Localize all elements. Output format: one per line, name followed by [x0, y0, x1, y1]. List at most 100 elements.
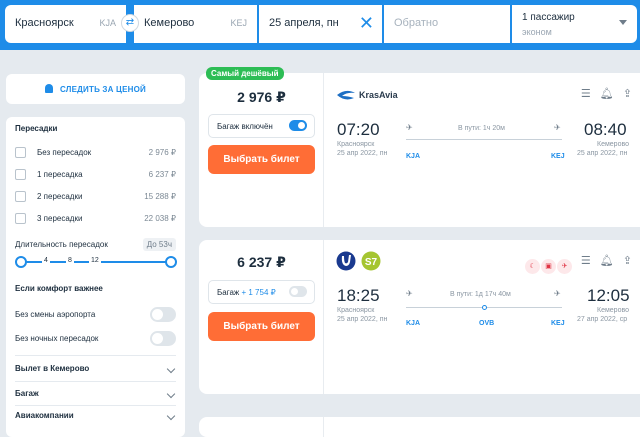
track-price-label: СЛЕДИТЬ ЗА ЦЕНОЙ: [60, 84, 146, 94]
cabin-class: эконом: [522, 27, 552, 37]
arrival-city: Кемерово: [597, 141, 629, 148]
arrival-date: 25 апр 2022, пн: [577, 150, 628, 157]
transfer-option[interactable]: 2 пересадки 15 288 ₽: [15, 190, 176, 204]
ticket-price-column: [199, 417, 324, 437]
takeoff-icon: ✈: [406, 289, 413, 298]
option-price: 2 976 ₽: [148, 148, 176, 157]
airport-change-icon: ✈: [557, 259, 572, 274]
checkbox[interactable]: [15, 213, 26, 224]
origin-city: Красноярск: [15, 17, 74, 29]
stop-code: OVB: [479, 320, 495, 327]
flight-duration: В пути: 1ч 20м: [455, 125, 508, 132]
destination-code: KEJ: [230, 18, 247, 28]
close-icon[interactable]: ✕: [359, 14, 374, 32]
accordion-baggage[interactable]: Багаж: [15, 389, 176, 403]
select-ticket-button[interactable]: Выбрать билет: [208, 312, 315, 341]
departure-date-field[interactable]: 25 апреля, пн ✕: [259, 5, 382, 43]
departure-time: 18:25: [337, 286, 380, 305]
route-line: [406, 139, 562, 140]
accordion-departure[interactable]: Вылет в Кемерово: [15, 364, 176, 378]
departure-date: 25 апреля, пн: [269, 17, 339, 29]
return-date-field[interactable]: Обратно: [384, 5, 510, 43]
departure-code: KJA: [406, 153, 421, 160]
flight-duration: В пути: 1д 17ч 40м: [447, 291, 514, 298]
option-price: 22 038 ₽: [144, 214, 176, 223]
option-label: Без ночных пересадок: [15, 334, 99, 343]
track-price-button[interactable]: СЛЕДИТЬ ЗА ЦЕНОЙ: [6, 74, 185, 104]
cheapest-badge: Самый дешёвый: [206, 67, 284, 80]
baggage-toggle[interactable]: [289, 120, 307, 131]
transfers-title: Пересадки: [15, 124, 58, 133]
ticket-price-column: 2 976 ₽ Багаж включён Выбрать билет: [199, 73, 324, 227]
slider-handle-min[interactable]: [15, 256, 27, 268]
departure-date: 25 апр 2022, пн: [337, 150, 388, 157]
option-label: Без пересадок: [37, 148, 92, 157]
destination-city: Кемерово: [144, 17, 195, 29]
svg-text:S7: S7: [365, 257, 378, 268]
origin-code: KJA: [99, 18, 116, 28]
option-price: 6 237 ₽: [148, 170, 176, 179]
baggage-option[interactable]: Багаж + 1 754 ₽: [208, 280, 315, 304]
ticket-card[interactable]: 2 976 ₽ Багаж включён Выбрать билет Kras…: [199, 73, 640, 227]
baggage-extra-price: + 1 754 ₽: [241, 288, 276, 297]
baggage-toggle[interactable]: [289, 286, 307, 297]
baggage-text: Багаж: [217, 288, 240, 297]
compare-icon[interactable]: ☰: [581, 88, 591, 100]
arrival-time: 08:40: [584, 120, 627, 139]
ticket-price-column: 6 237 ₽ Багаж + 1 754 ₽ Выбрать билет: [199, 240, 324, 394]
departure-code: KJA: [406, 320, 421, 327]
checkbox[interactable]: [15, 169, 26, 180]
ticket-actions: ☰ 🔔︎ ⇪: [575, 87, 632, 100]
slider-handle-max[interactable]: [165, 256, 177, 268]
departure-date: 25 апр 2022, пн: [337, 316, 388, 323]
compare-icon[interactable]: ☰: [581, 255, 591, 267]
share-icon[interactable]: ⇪: [623, 255, 632, 267]
slider-tick: 12: [89, 257, 101, 264]
origin-field[interactable]: Красноярск KJA: [5, 5, 126, 43]
s7-logo-icon: S7: [361, 251, 381, 271]
accordion-airlines[interactable]: Авиакомпании: [15, 411, 176, 425]
comfort-option[interactable]: Без ночных пересадок: [15, 330, 176, 348]
ticket-card[interactable]: 6 237 ₽ Багаж + 1 754 ₽ Выбрать билет S7…: [199, 240, 640, 394]
toggle[interactable]: [150, 307, 176, 322]
checkbox[interactable]: [15, 191, 26, 202]
option-label: 1 пересадка: [37, 170, 83, 179]
accordion-label: Вылет в Кемерово: [15, 364, 90, 373]
ticket-actions: ☰ 🔔︎ ⇪: [575, 254, 632, 267]
transfer-option[interactable]: 3 пересадки 22 038 ₽: [15, 212, 176, 226]
divider: [15, 355, 176, 356]
ticket-card[interactable]: [199, 417, 640, 437]
passengers-select[interactable]: 1 пассажир эконом: [512, 5, 637, 43]
divider: [15, 381, 176, 382]
bell-icon[interactable]: 🔔︎: [600, 88, 614, 100]
comfort-option[interactable]: Без смены аэропорта: [15, 306, 176, 324]
duration-badge: До 53ч: [142, 238, 176, 251]
arrival-time: 12:05: [587, 286, 630, 305]
comfort-title: Если комфорт важнее: [15, 284, 103, 293]
toggle[interactable]: [150, 331, 176, 346]
departure-time: 07:20: [337, 120, 380, 139]
service-icons: ☾ ▣ ✈: [525, 255, 573, 274]
divider: [15, 405, 176, 406]
option-label: Без смены аэропорта: [15, 310, 96, 319]
krasavia-logo-icon: [337, 90, 355, 100]
destination-field[interactable]: Кемерово KEJ: [134, 5, 257, 43]
transfer-option[interactable]: Без пересадок 2 976 ₽: [15, 146, 176, 160]
ticket-price: 6 237 ₽: [237, 254, 286, 270]
select-ticket-button[interactable]: Выбрать билет: [208, 145, 315, 174]
slider-tick: 8: [66, 257, 74, 264]
search-bar: Красноярск KJA ⇄ Кемерово KEJ 25 апреля,…: [0, 0, 640, 50]
departure-city: Красноярск: [337, 307, 375, 314]
baggage-option[interactable]: Багаж включён: [208, 114, 315, 138]
swap-icon[interactable]: ⇄: [121, 14, 139, 32]
filters-panel: Пересадки Без пересадок 2 976 ₽ 1 переса…: [6, 117, 185, 437]
transfer-option[interactable]: 1 пересадка 6 237 ₽: [15, 168, 176, 182]
bell-icon[interactable]: 🔔︎: [600, 255, 614, 267]
share-icon[interactable]: ⇪: [623, 88, 632, 100]
checkbox[interactable]: [15, 147, 26, 158]
stop-dot: [482, 305, 487, 310]
arrival-code: KEJ: [551, 153, 565, 160]
chevron-down-icon: [619, 20, 627, 25]
departure-city: Красноярск: [337, 141, 375, 148]
baggage-icon: ▣: [541, 259, 556, 274]
